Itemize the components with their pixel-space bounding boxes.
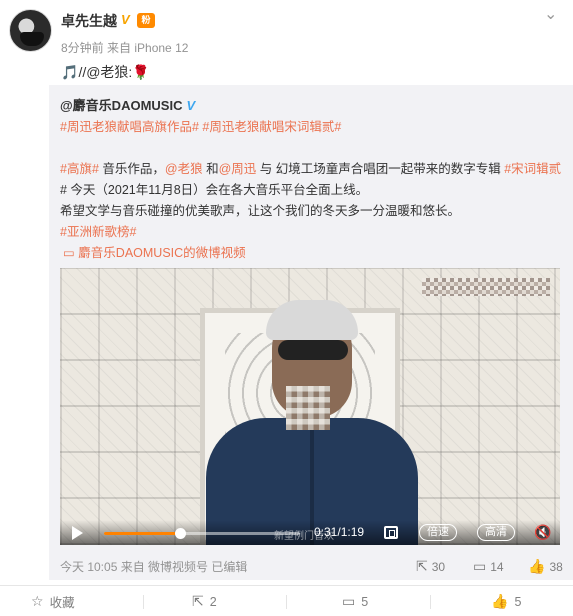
video-person-hair — [266, 300, 358, 340]
divider — [143, 595, 144, 609]
comment-count: 5 — [361, 594, 369, 609]
repost-body-line2: # 今天（2021年11月8日）会在各大音乐平台全面上线。 — [60, 179, 368, 198]
body-text: # 今天（2021年11月8日）会在各大音乐平台全面上线。 — [60, 183, 369, 197]
comment-icon: ▭ — [342, 593, 356, 609]
username[interactable]: 卓先生越 — [61, 11, 117, 31]
video-link-icon: ▭ — [63, 246, 79, 260]
rose-icon: 🌹 — [132, 64, 150, 80]
repost-body-line3: 希望文学与音乐碰撞的优美歌声，让这个我们的冬天多一分温暖和悠长。 — [60, 204, 461, 218]
video-player[interactable]: 新望例门音欢 0:31/1:19 倍速 高清 🔇 — [60, 268, 560, 545]
post-text: 🎵//@老狼:🌹 — [61, 62, 150, 82]
chevron-down-icon[interactable]: ⌄ — [544, 7, 560, 23]
post-header: 卓先生越 V 粉 8分钟前 来自 iPhone 12 ⌄ 🎵//@老狼:🌹 — [0, 0, 573, 90]
video-time: 0:31/1:19 — [314, 525, 365, 539]
divider — [286, 595, 287, 609]
comment-button[interactable]: ▭ 5 — [342, 586, 368, 616]
post-source: 来自 iPhone 12 — [107, 41, 189, 55]
hashtag-asia-chart[interactable]: #亚洲新歌榜# — [60, 221, 136, 240]
repost-author-name[interactable]: @麝音乐DAOMUSIC — [60, 98, 182, 113]
blue-verified-icon: V — [186, 98, 196, 113]
share-icon: ⇱ — [192, 593, 204, 609]
video-link-label[interactable]: 麝音乐DAOMUSIC的微博视频 — [78, 246, 245, 260]
repost-body-line1: #高旗# 音乐作品，@老狼 和@周迅 与 幻境工场童声合唱团一起带来的数字专辑 … — [60, 158, 561, 177]
repost-share-button[interactable]: ⇱ 30 — [416, 558, 445, 575]
progress-bar[interactable] — [104, 528, 300, 539]
repost-comment-button[interactable]: ▭ 14 — [473, 558, 504, 575]
star-icon: ☆ — [31, 593, 44, 609]
hashtag-gaoqi[interactable]: #高旗# — [60, 162, 99, 176]
progress-fill — [104, 532, 181, 535]
repost-like-button[interactable]: 👍 38 — [528, 558, 563, 575]
body-text: 与 幻境工场童声合唱团一起带来的数字专辑 — [256, 162, 505, 176]
repost-tag-line[interactable]: #周迅老狼献唱高旗作品# #周迅老狼献唱宋词辑贰# — [60, 116, 341, 135]
hashtag-songci[interactable]: #宋词辑贰 — [504, 162, 561, 176]
thumbs-up-icon: 👍 — [491, 593, 509, 609]
video-person-glasses — [278, 340, 348, 360]
video-blur-mark — [422, 278, 550, 296]
post-time[interactable]: 8分钟前 — [61, 41, 104, 55]
post-text-body: //@老狼: — [78, 64, 133, 80]
progress-knob[interactable] — [175, 528, 187, 539]
post-meta: 8分钟前 来自 iPhone 12 — [61, 39, 188, 56]
music-note-icon: 🎵 — [61, 64, 79, 80]
fullscreen-icon[interactable] — [384, 526, 398, 539]
comment-icon: ▭ — [473, 558, 487, 574]
video-mosaic — [286, 386, 330, 430]
favorite-label: 收藏 — [49, 596, 75, 610]
mention-laolang[interactable]: @老狼 — [165, 162, 203, 176]
video-link[interactable]: ▭ 麝音乐DAOMUSIC的微博视频 — [63, 242, 246, 261]
quality-button[interactable]: 高清 — [477, 524, 515, 541]
repost-count: 2 — [209, 594, 217, 609]
mute-icon[interactable]: 🔇 — [534, 525, 551, 540]
speed-button[interactable]: 倍速 — [419, 524, 457, 541]
divider — [430, 595, 431, 609]
repost-footer-meta: 今天 10:05 来自 微博视频号 已编辑 — [60, 560, 248, 574]
fan-badge[interactable]: 粉 — [137, 13, 155, 28]
repost-like-count: 38 — [549, 559, 563, 574]
repost-share-count: 30 — [431, 559, 446, 574]
video-controls: 新望例门音欢 0:31/1:19 倍速 高清 🔇 — [60, 520, 560, 545]
play-icon[interactable] — [72, 526, 83, 540]
body-text: 和 — [202, 162, 219, 176]
repost-comment-count: 14 — [490, 559, 504, 574]
verified-badge: V — [121, 12, 130, 27]
repost-button[interactable]: ⇱ 2 — [192, 586, 217, 616]
body-text: 音乐作品， — [98, 162, 165, 176]
avatar[interactable] — [9, 9, 52, 52]
share-icon: ⇱ — [416, 558, 428, 574]
action-bar: ☆ 收藏 ⇱ 2 ▭ 5 👍 5 — [0, 585, 573, 616]
like-button[interactable]: 👍 5 — [491, 586, 521, 616]
thumbs-up-icon: 👍 — [528, 558, 546, 574]
repost-card: @麝音乐DAOMUSIC V #周迅老狼献唱高旗作品# #周迅老狼献唱宋词辑贰# … — [49, 85, 573, 580]
favorite-button[interactable]: ☆ 收藏 — [31, 586, 75, 616]
repost-author[interactable]: @麝音乐DAOMUSIC V — [60, 95, 195, 114]
mention-zhouxun[interactable]: @周迅 — [219, 162, 257, 176]
like-count: 5 — [514, 594, 522, 609]
